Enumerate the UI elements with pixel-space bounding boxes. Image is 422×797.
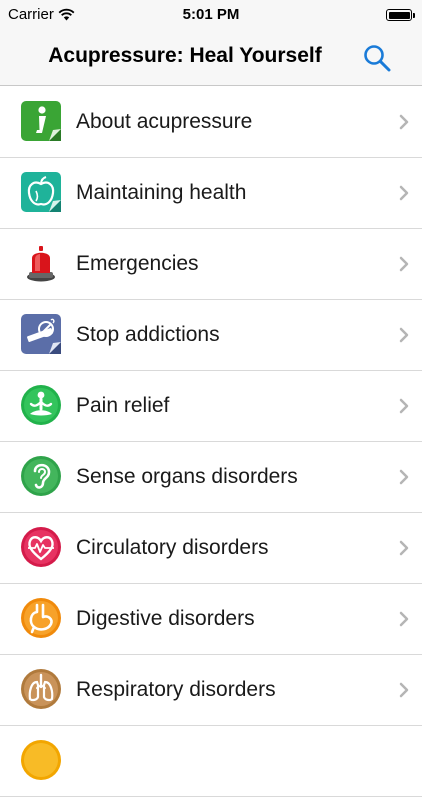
stomach-icon	[21, 598, 61, 638]
meditation-icon	[21, 385, 61, 425]
chevron-right-icon	[399, 256, 409, 272]
list-item-stop-addictions[interactable]: Stop addictions	[0, 300, 422, 371]
siren-icon	[27, 246, 55, 282]
apple-icon	[21, 172, 61, 212]
list-item-label: Pain relief	[76, 394, 170, 417]
list-item-label: Digestive disorders	[76, 607, 255, 630]
info-icon	[21, 101, 61, 141]
ear-icon	[21, 456, 61, 496]
battery-icon	[386, 9, 415, 21]
lungs-icon	[21, 669, 61, 709]
list-item-respiratory-disorders[interactable]: Respiratory disorders	[0, 655, 422, 726]
list-item-partial[interactable]	[0, 726, 422, 797]
list-item-label: Emergencies	[76, 252, 199, 275]
chevron-right-icon	[399, 682, 409, 698]
list-item-label: Maintaining health	[76, 181, 247, 204]
list-item-label: Respiratory disorders	[76, 678, 276, 701]
chevron-right-icon	[399, 469, 409, 485]
list-item-maintaining-health[interactable]: Maintaining health	[0, 158, 422, 229]
list-item-label: Sense organs disorders	[76, 465, 298, 488]
search-button[interactable]	[360, 42, 394, 74]
list-item-sense-organs-disorders[interactable]: Sense organs disorders	[0, 442, 422, 513]
list-item-pain-relief[interactable]: Pain relief	[0, 371, 422, 442]
chevron-right-icon	[399, 327, 409, 343]
list-item-emergencies[interactable]: Emergencies	[0, 229, 422, 300]
search-icon	[364, 45, 391, 72]
chevron-right-icon	[399, 398, 409, 414]
category-list: About acupressure Maintaining health Eme…	[0, 87, 422, 797]
navigation-bar: Acupressure: Heal Yourself	[0, 30, 422, 86]
category-icon	[21, 740, 61, 780]
list-item-label: Circulatory disorders	[76, 536, 269, 559]
chevron-right-icon	[399, 114, 409, 130]
list-item-label: Stop addictions	[76, 323, 220, 346]
clock: 5:01 PM	[182, 6, 240, 23]
no-smoking-icon	[21, 314, 61, 354]
status-bar: Carrier 5:01 PM	[0, 0, 422, 30]
chevron-right-icon	[399, 540, 409, 556]
chevron-right-icon	[399, 185, 409, 201]
chevron-right-icon	[399, 611, 409, 627]
list-item-digestive-disorders[interactable]: Digestive disorders	[0, 584, 422, 655]
page-title: Acupressure: Heal Yourself	[48, 44, 322, 67]
list-item-label: About acupressure	[76, 110, 253, 133]
list-item-about-acupressure[interactable]: About acupressure	[0, 87, 422, 158]
list-item-circulatory-disorders[interactable]: Circulatory disorders	[0, 513, 422, 584]
heart-icon	[21, 527, 61, 567]
